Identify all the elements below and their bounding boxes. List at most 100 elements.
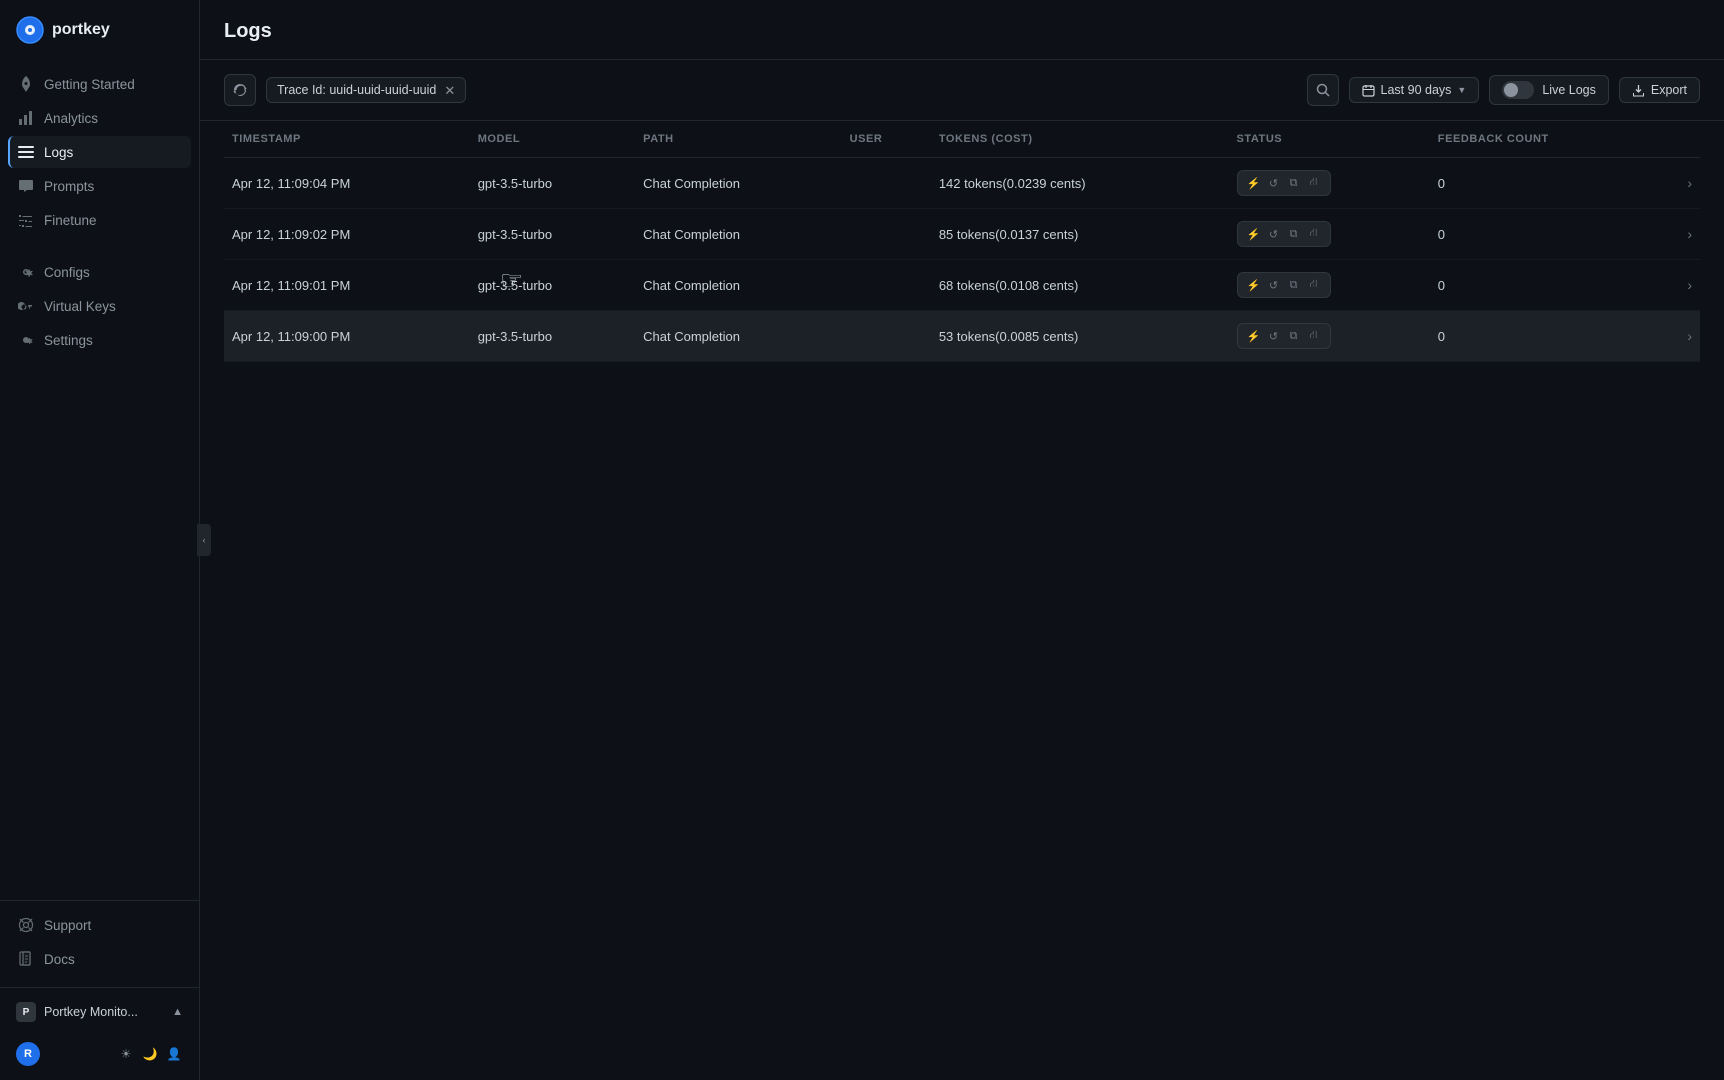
- cell-user: [842, 311, 931, 362]
- chart-icon: [18, 110, 34, 126]
- cell-tokens: 53 tokens(0.0085 cents): [931, 311, 1229, 362]
- status-icons: ⚡ ↺ ⧉ ⛙: [1237, 221, 1331, 247]
- col-feedback: FEEDBACK COUNT: [1430, 121, 1662, 158]
- main-content: Logs Trace Id: uuid-uuid-uuid-uuid ✕: [200, 0, 1724, 1080]
- sidebar-item-prompts-label: Prompts: [44, 179, 94, 194]
- cell-feedback: 0: [1430, 209, 1662, 260]
- logs-table: TIMESTAMP MODEL PATH USER TOKENS (COST) …: [224, 121, 1700, 362]
- table-row[interactable]: Apr 12, 11:09:04 PM gpt-3.5-turbo Chat C…: [224, 158, 1700, 209]
- status-icons: ⚡ ↺ ⧉ ⛙: [1237, 272, 1331, 298]
- calendar-icon: [1362, 84, 1375, 97]
- sidebar-item-configs-label: Configs: [44, 265, 90, 280]
- logo-area[interactable]: portkey: [0, 0, 199, 64]
- sidebar-item-finetune[interactable]: Finetune: [8, 204, 191, 236]
- share-icon: ⛙: [1306, 328, 1322, 344]
- trace-id-filter-chip[interactable]: Trace Id: uuid-uuid-uuid-uuid ✕: [266, 77, 466, 103]
- sidebar-item-settings[interactable]: Settings: [8, 324, 191, 356]
- date-range-chevron-icon: ▼: [1457, 85, 1466, 95]
- person-icon[interactable]: 👤: [165, 1045, 183, 1063]
- config-icon: [18, 264, 34, 280]
- sidebar-item-getting-started[interactable]: Getting Started: [8, 68, 191, 100]
- copy-icon: ⧉: [1286, 226, 1302, 242]
- workspace-selector[interactable]: P Portkey Monito... ▲: [12, 996, 187, 1028]
- cell-tokens: 142 tokens(0.0239 cents): [931, 158, 1229, 209]
- trace-id-filter-label: Trace Id: uuid-uuid-uuid-uuid: [277, 83, 436, 97]
- cell-feedback: 0: [1430, 260, 1662, 311]
- cell-status: ⚡ ↺ ⧉ ⛙: [1229, 311, 1430, 362]
- live-logs-toggle[interactable]: Live Logs: [1489, 75, 1609, 105]
- sidebar-item-virtual-keys[interactable]: Virtual Keys: [8, 290, 191, 322]
- col-path: PATH: [635, 121, 841, 158]
- tune-icon: [18, 212, 34, 228]
- table-header-row: TIMESTAMP MODEL PATH USER TOKENS (COST) …: [224, 121, 1700, 158]
- sidebar-item-support[interactable]: Support: [8, 909, 191, 941]
- copy-icon: ⧉: [1286, 328, 1302, 344]
- cell-status: ⚡ ↺ ⧉ ⛙: [1229, 209, 1430, 260]
- cell-path: Chat Completion: [635, 209, 841, 260]
- sidebar-item-configs[interactable]: Configs: [8, 256, 191, 288]
- cell-path: Chat Completion: [635, 158, 841, 209]
- sidebar-item-docs[interactable]: Docs: [8, 943, 191, 975]
- main-nav: Getting Started Analytics Logs P: [0, 64, 199, 900]
- cell-timestamp: Apr 12, 11:09:04 PM: [224, 158, 470, 209]
- portkey-logo-icon: [16, 16, 44, 44]
- sidebar-item-prompts[interactable]: Prompts: [8, 170, 191, 202]
- refresh-status-icon: ↺: [1266, 175, 1282, 191]
- sidebar-item-analytics-label: Analytics: [44, 111, 98, 126]
- toggle-switch[interactable]: [1502, 81, 1534, 99]
- cell-feedback: 0: [1430, 311, 1662, 362]
- bolt-icon: ⚡: [1246, 277, 1262, 293]
- logo-text: portkey: [52, 21, 110, 39]
- table-row[interactable]: Apr 12, 11:09:01 PM gpt-3.5-turbo Chat C…: [224, 260, 1700, 311]
- prompt-icon: [18, 178, 34, 194]
- cell-status: ⚡ ↺ ⧉ ⛙: [1229, 260, 1430, 311]
- sidebar-collapse-tab[interactable]: ‹: [197, 524, 211, 556]
- cell-timestamp: Apr 12, 11:09:00 PM: [224, 311, 470, 362]
- sidebar-item-support-label: Support: [44, 918, 91, 933]
- user-actions: ☀ 🌙 👤: [117, 1045, 183, 1063]
- row-expand-icon[interactable]: ›: [1662, 311, 1700, 362]
- row-expand-icon[interactable]: ›: [1662, 158, 1700, 209]
- status-icons: ⚡ ↺ ⧉ ⛙: [1237, 323, 1331, 349]
- share-icon: ⛙: [1306, 226, 1322, 242]
- toggle-knob: [1504, 83, 1518, 97]
- table-body: Apr 12, 11:09:04 PM gpt-3.5-turbo Chat C…: [224, 158, 1700, 362]
- docs-icon: [18, 951, 34, 967]
- share-icon: ⛙: [1306, 277, 1322, 293]
- sidebar-item-settings-label: Settings: [44, 333, 93, 348]
- date-range-picker[interactable]: Last 90 days ▼: [1349, 77, 1480, 103]
- bolt-icon: ⚡: [1246, 175, 1262, 191]
- export-icon: [1632, 84, 1645, 97]
- page-title: Logs: [224, 20, 1700, 43]
- cell-model: gpt-3.5-turbo: [470, 158, 635, 209]
- copy-icon: ⧉: [1286, 277, 1302, 293]
- cell-user: [842, 260, 931, 311]
- search-button[interactable]: [1307, 74, 1339, 106]
- refresh-button[interactable]: [224, 74, 256, 106]
- table-row[interactable]: Apr 12, 11:09:02 PM gpt-3.5-turbo Chat C…: [224, 209, 1700, 260]
- row-expand-icon[interactable]: ›: [1662, 209, 1700, 260]
- share-icon: ⛙: [1306, 175, 1322, 191]
- avatar[interactable]: R: [16, 1042, 40, 1066]
- cell-feedback: 0: [1430, 158, 1662, 209]
- sidebar-item-getting-started-label: Getting Started: [44, 77, 135, 92]
- refresh-status-icon: ↺: [1266, 277, 1282, 293]
- col-timestamp: TIMESTAMP: [224, 121, 470, 158]
- row-expand-icon[interactable]: ›: [1662, 260, 1700, 311]
- refresh-status-icon: ↺: [1266, 226, 1282, 242]
- workspace-icon: P: [16, 1002, 36, 1022]
- sidebar: portkey Getting Started Analytics: [0, 0, 200, 1080]
- sun-icon[interactable]: ☀: [117, 1045, 135, 1063]
- table-row[interactable]: Apr 12, 11:09:00 PM gpt-3.5-turbo Chat C…: [224, 311, 1700, 362]
- cell-user: [842, 209, 931, 260]
- bolt-icon: ⚡: [1246, 226, 1262, 242]
- moon-icon[interactable]: 🌙: [141, 1045, 159, 1063]
- cell-model: gpt-3.5-turbo: [470, 260, 635, 311]
- sidebar-item-analytics[interactable]: Analytics: [8, 102, 191, 134]
- filter-chip-close-icon[interactable]: ✕: [444, 84, 455, 97]
- sidebar-item-virtual-keys-label: Virtual Keys: [44, 299, 116, 314]
- bolt-icon: ⚡: [1246, 328, 1262, 344]
- sidebar-item-logs[interactable]: Logs: [8, 136, 191, 168]
- export-button[interactable]: Export: [1619, 77, 1700, 103]
- gear-icon: [18, 332, 34, 348]
